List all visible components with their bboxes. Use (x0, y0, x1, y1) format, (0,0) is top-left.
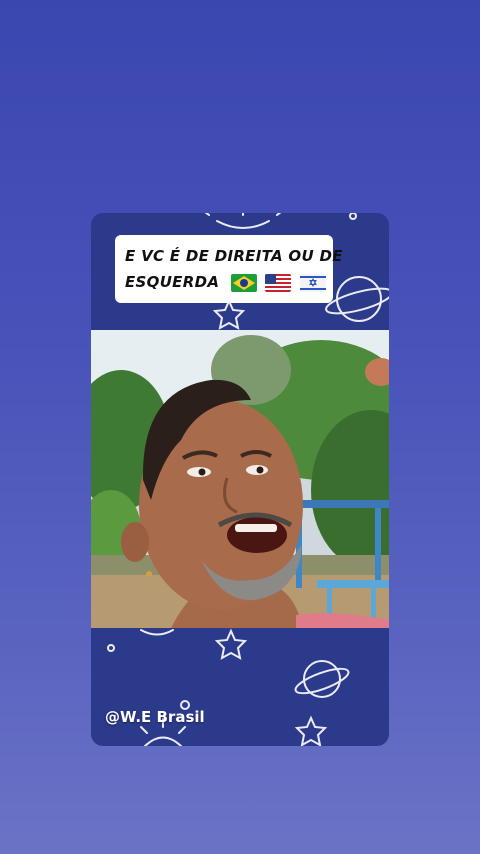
caption-line-2-row: ESQUERDA (125, 269, 326, 296)
flags-row (230, 270, 329, 296)
star-icon-mid (214, 628, 248, 660)
star-icon-bottom (294, 715, 328, 746)
israel-flag-icon (299, 274, 326, 292)
star-icon-top (212, 298, 246, 330)
planet-icon-bottom (294, 660, 350, 698)
video-frame[interactable] (91, 330, 389, 628)
brazil-flag-icon (230, 274, 257, 292)
watermark-handle: @W.E Brasil (105, 708, 205, 726)
planet-icon-top (325, 276, 389, 322)
caption-line-1: E VC É DE DIREITA OU DE (125, 247, 343, 265)
dot-icon (349, 213, 357, 220)
man-selfie-image (91, 330, 389, 628)
story-card: E VC É DE DIREITA OU DE ESQUERDA @W.E Br… (91, 213, 389, 746)
sun-icon-top (204, 213, 282, 229)
usa-flag-icon (265, 274, 292, 292)
caption-box: E VC É DE DIREITA OU DE ESQUERDA (115, 235, 343, 303)
caption-line-2: ESQUERDA (125, 273, 220, 291)
arc-icon (140, 629, 174, 636)
dot-icon-left (107, 644, 115, 652)
